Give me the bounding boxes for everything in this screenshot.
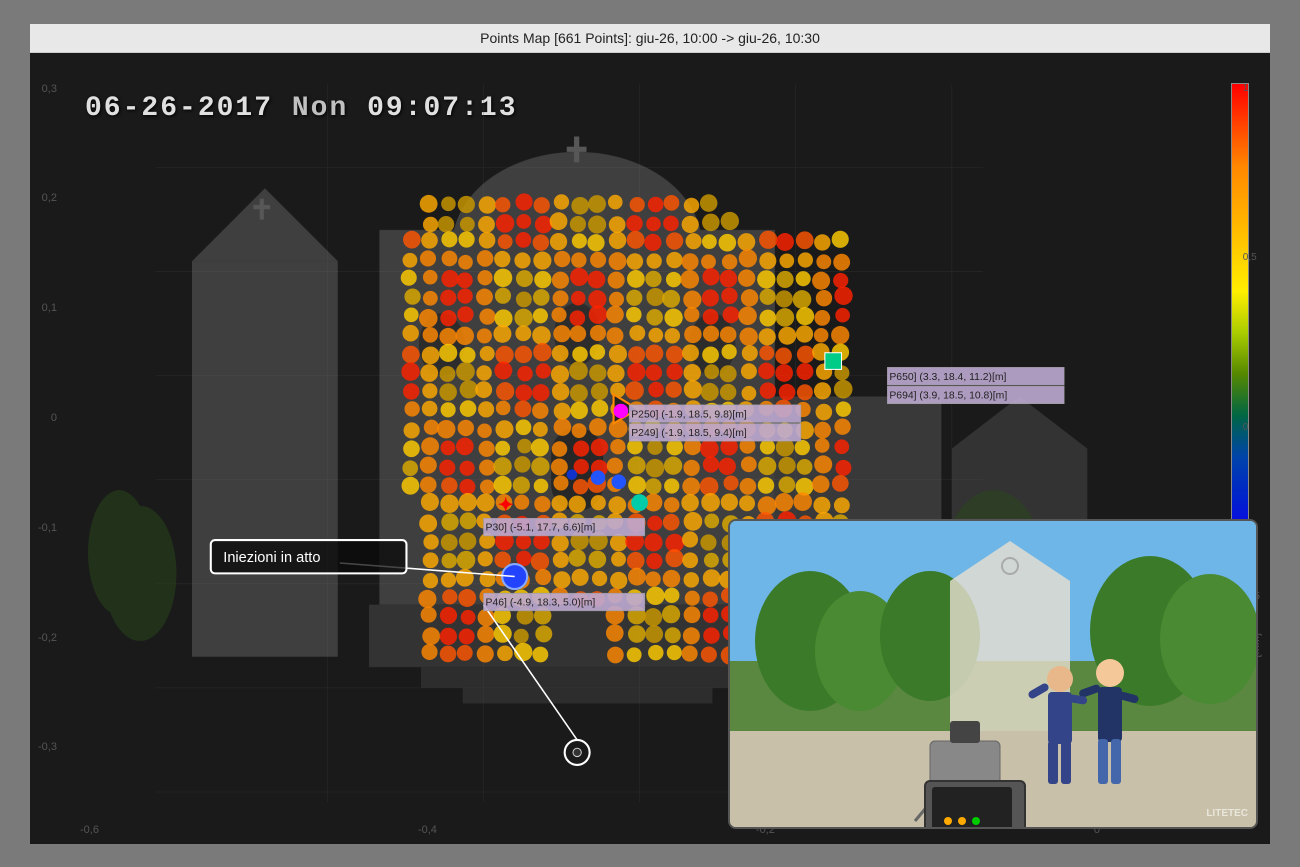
window-title: Points Map [661 Points]: giu-26, 10:00 -… xyxy=(480,30,820,46)
watermark-logo: LITETEC xyxy=(1206,808,1248,819)
title-bar: Points Map [661 Points]: giu-26, 10:00 -… xyxy=(30,24,1270,53)
chart-panel: 0,3 0,2 0,1 0 -0,1 -0,2 -0,3 -0,6 -0,4 -… xyxy=(30,53,1270,844)
main-window: Points Map [661 Points]: giu-26, 10:00 -… xyxy=(30,24,1270,844)
svg-text:P650] (3.3, 18.4, 11.2)[m]: P650] (3.3, 18.4, 11.2)[m] xyxy=(889,371,1006,382)
svg-text:Iniezioni in atto: Iniezioni in atto xyxy=(223,549,320,565)
svg-text:P694] (3.9, 18.5, 10.8)[m]: P694] (3.9, 18.5, 10.8)[m] xyxy=(889,390,1007,401)
svg-text:P46] (-4.9, 18.3, 5.0)[m]: P46] (-4.9, 18.3, 5.0)[m] xyxy=(486,597,596,608)
svg-text:P249] (-1.9, 18.5, 9.4)[m]: P249] (-1.9, 18.5, 9.4)[m] xyxy=(631,428,747,439)
svg-text:✦: ✦ xyxy=(498,493,514,514)
inset-photo: LITETEC xyxy=(728,519,1258,829)
content-area: 0,3 0,2 0,1 0 -0,1 -0,2 -0,3 -0,6 -0,4 -… xyxy=(30,53,1270,844)
svg-text:P250] (-1.9, 18.5, 9.8)[m]: P250] (-1.9, 18.5, 9.8)[m] xyxy=(631,409,747,420)
svg-text:P30] (-5.1, 17.7, 6.6)[m]: P30] (-5.1, 17.7, 6.6)[m] xyxy=(486,522,596,533)
inset-photo-background: LITETEC xyxy=(730,521,1256,827)
